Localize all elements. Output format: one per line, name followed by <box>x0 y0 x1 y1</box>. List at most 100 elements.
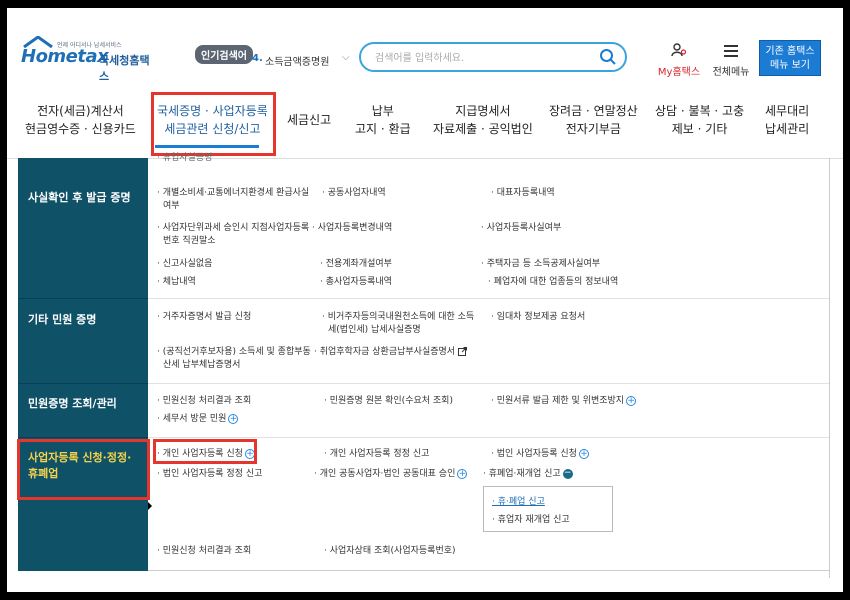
logo-text: Hometax <box>21 46 109 67</box>
list-item[interactable]: · 비거주자등의국내원천소득에 대한 소득 세(법인세) 납세사실증명 <box>322 311 492 337</box>
hamburger-icon <box>724 45 738 57</box>
category-column <box>18 158 148 571</box>
plus-icon[interactable]: + <box>244 448 255 459</box>
item-text: · 민원서류 발급 제한 및 위변조방지 <box>491 396 625 406</box>
item-text: · 법인 사업자등록 신청 <box>491 449 577 459</box>
list-item[interactable]: · 사업자등록변경내역 <box>312 222 392 235</box>
list-item[interactable]: · 폐업자에 대한 업종등의 정보내역 <box>488 276 618 289</box>
search-input[interactable] <box>373 49 597 67</box>
search-icon[interactable] <box>599 48 617 66</box>
nav-label: 세무대리 <box>765 104 810 118</box>
list-item[interactable]: · 주택자금 등 소득공제사실여부 <box>481 258 600 271</box>
list-item[interactable]: · 민원증명 원본 확인(수요처 조회) <box>324 395 453 408</box>
item-text: · 비거주자등의국내원천소득에 대한 소득 <box>322 312 475 322</box>
nav-payment-statement[interactable]: 지급명세서 자료제출 · 공익법인 <box>433 102 533 138</box>
nav-label: 납세관리 <box>765 122 810 136</box>
list-item[interactable]: · 법인 사업자등록 신청 + <box>491 448 589 461</box>
nav-label: 세금신고 <box>287 113 332 127</box>
list-item[interactable]: · 전용계좌개설여부 <box>320 258 392 271</box>
list-item[interactable]: · 휴업사실증명 <box>157 152 212 165</box>
my-hometax-button[interactable]: My홈택스 <box>657 42 701 78</box>
category-inquiry[interactable]: 민원증명 조회/관리 <box>18 396 148 412</box>
old-hometax-line2: 메뉴 보기 <box>770 60 810 71</box>
list-item[interactable]: · 사업자등록사실여부 <box>481 222 561 235</box>
all-menu-button[interactable]: 전체메뉴 <box>709 42 753 78</box>
user-icon <box>671 43 687 57</box>
list-item[interactable]: · 법인 사업자등록 정정 신고 <box>157 468 262 481</box>
item-text: 산세 납부체납증명서 <box>163 360 241 370</box>
browser-frame: 언제 어디서나 납세서비스 Hometax 국세청홈택스 인기검색어 4. 소득… <box>7 8 843 592</box>
plus-icon[interactable]: + <box>457 468 468 479</box>
active-tab-underline <box>155 145 259 148</box>
submenu-item-reopen[interactable]: · 휴업자 재개업 신고 <box>492 512 570 525</box>
list-item[interactable]: · 개인 사업자등록 신청 + <box>157 448 255 461</box>
submenu-item-closure[interactable]: · 휴·폐업 신고 <box>492 494 545 507</box>
nav-label: 세금관련 신청/신고 <box>164 122 261 136</box>
plus-icon[interactable]: + <box>228 413 239 424</box>
nav-incentive-settlement[interactable]: 장려금 · 연말정산 전자기부금 <box>549 102 638 138</box>
list-item[interactable]: · 세무서 방문 민원 + <box>157 413 239 426</box>
old-hometax-button[interactable]: 기존 홈택스 메뉴 보기 <box>759 40 821 76</box>
nav-label: 지급명세서 <box>455 104 511 118</box>
list-item[interactable]: · 총사업자등록내역 <box>320 276 392 289</box>
category-other-certificate[interactable]: 기타 민원 증명 <box>18 312 148 328</box>
item-text: · 휴폐업·재개업 신고 <box>483 469 561 479</box>
item-text: 번호 직권말소 <box>163 236 216 246</box>
nav-label: 상담 · 불복 · 고충 <box>655 104 745 118</box>
category-fact-certificate[interactable]: 사실확인 후 발급 증명 <box>18 190 148 206</box>
list-item[interactable]: · 개별소비세·교통에너지환경세 환급사실 여부 <box>157 187 317 213</box>
hometax-logo[interactable]: 언제 어디서나 납세서비스 Hometax 국세청홈택스 <box>19 36 159 83</box>
list-item[interactable]: · 사업자상태 조회(사업자등록번호) <box>324 545 456 558</box>
list-item[interactable]: · 공동사업자내역 <box>322 187 386 200</box>
nav-tax-filing[interactable]: 세금신고 <box>287 111 331 129</box>
plus-icon[interactable]: + <box>626 395 637 406</box>
divider <box>18 298 148 299</box>
content-border <box>829 158 830 578</box>
list-item[interactable]: · 민원신청 처리결과 조회 <box>157 545 251 558</box>
nav-e-invoice[interactable]: 전자(세금)계산서 현금영수증 · 신용카드 <box>25 102 136 138</box>
category-label: 사업자등록 신청·정정· <box>28 451 132 464</box>
nav-consultation[interactable]: 상담 · 불복 · 고충 제보 · 기타 <box>655 102 744 138</box>
nav-label: 전자(세금)계산서 <box>37 104 124 118</box>
top-header: 언제 어디서나 납세서비스 Hometax 국세청홈택스 인기검색어 4. 소득… <box>7 8 843 88</box>
nav-certificate-registration[interactable]: 국세증명 · 사업자등록 세금관련 신청/신고 <box>157 102 268 138</box>
chevron-down-icon[interactable]: ⌵ <box>342 52 350 63</box>
nav-tax-agent[interactable]: 세무대리 납세관리 <box>765 102 809 138</box>
list-item[interactable]: · 체납내역 <box>157 276 196 289</box>
list-item[interactable]: · 휴폐업·재개업 신고 − <box>483 468 573 481</box>
list-item[interactable]: · 민원서류 발급 제한 및 위변조방지 + <box>491 395 637 408</box>
item-text: 세(법인세) 납세사실증명 <box>328 325 421 335</box>
nav-label: 고지 · 환급 <box>355 122 411 136</box>
item-text: · (공직선거후보자용) 소득세 및 종합부동 <box>157 347 311 357</box>
item-text: · 개인 공동사업자·법인 공동대표 승인 <box>314 469 456 479</box>
cursor-pointer-icon <box>148 502 152 510</box>
item-text: · 개인 사업자등록 신청 <box>157 449 243 459</box>
list-item[interactable]: · 개인 사업자등록 정정 신고 <box>324 448 429 461</box>
nav-label: 전자기부금 <box>565 122 621 136</box>
item-text: · 취업후학자금 상환금납부사실증명서 <box>314 347 456 357</box>
list-item[interactable]: · 개인 공동사업자·법인 공동대표 승인 + <box>314 468 468 481</box>
all-menu-label: 전체메뉴 <box>712 67 750 78</box>
submenu-dropdown: · 휴·폐업 신고 · 휴업자 재개업 신고 <box>483 486 613 532</box>
divider <box>148 383 829 384</box>
list-item[interactable]: · (공직선거후보자용) 소득세 및 종합부동 산세 납부체납증명서 <box>157 346 317 372</box>
list-item[interactable]: · 민원신청 처리결과 조회 <box>157 395 251 408</box>
main-navigation: 전자(세금)계산서 현금영수증 · 신용카드 국세증명 · 사업자등록 세금관련… <box>7 92 843 159</box>
list-item[interactable]: · 임대차 정보제공 요청서 <box>491 311 585 324</box>
list-item[interactable]: · 취업후학자금 상환금납부사실증명서 <box>314 346 467 359</box>
my-hometax-label: My홈택스 <box>657 67 701 78</box>
plus-icon[interactable]: + <box>578 448 589 459</box>
list-item[interactable]: · 거주자증명서 발급 신청 <box>157 311 251 324</box>
list-item[interactable]: · 신고사실없음 <box>157 258 212 271</box>
nav-payment[interactable]: 납부 고지 · 환급 <box>355 102 411 138</box>
minus-icon[interactable]: − <box>562 468 573 479</box>
item-text: · 개별소비세·교통에너지환경세 환급사실 <box>157 188 310 198</box>
nav-label: 제보 · 기타 <box>671 122 728 136</box>
old-hometax-line1: 기존 홈택스 <box>765 46 815 57</box>
divider <box>148 298 829 299</box>
category-business-registration[interactable]: 사업자등록 신청·정정· 휴폐업 <box>18 450 148 482</box>
popular-term[interactable]: 소득금액증명원 <box>265 53 329 68</box>
list-item[interactable]: · 사업자단위과세 승인시 지점사업자등록 번호 직권말소 <box>157 222 322 248</box>
list-item[interactable]: · 대표자등록내역 <box>491 187 555 200</box>
logo-brand: 국세청홈택스 <box>99 54 150 83</box>
